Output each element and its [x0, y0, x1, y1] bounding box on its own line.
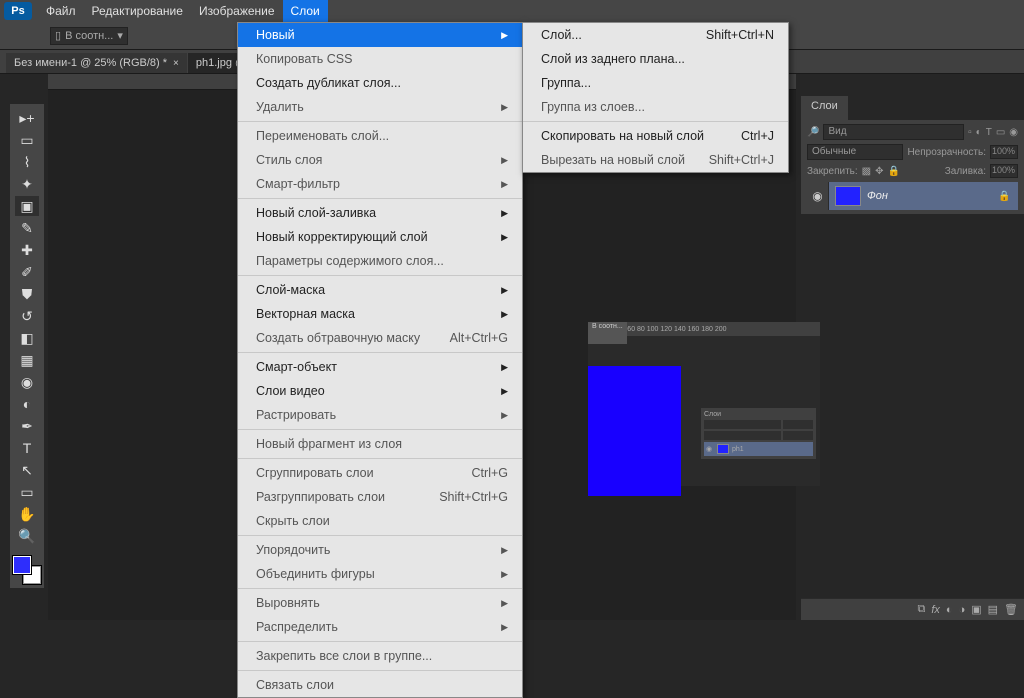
menu-item[interactable]: Слой-маска▶ [238, 278, 522, 302]
layer-name[interactable]: Фон [867, 190, 998, 202]
menu-layers[interactable]: Слои [283, 0, 328, 22]
blend-mode-dropdown[interactable]: Обычные [807, 144, 903, 160]
doc-tab-1[interactable]: Без имени-1 @ 25% (RGB/8) *× [6, 53, 187, 73]
blur-tool[interactable]: ◉ [15, 372, 39, 392]
menu-edit[interactable]: Редактирование [84, 0, 191, 22]
menu-item: Выровнять▶ [238, 591, 522, 615]
menu-item: Разгруппировать слоиShift+Ctrl+G [238, 485, 522, 509]
menu-item: Скрыть слои [238, 509, 522, 533]
menu-item: Сгруппировать слоиCtrl+G [238, 461, 522, 485]
submenu-item[interactable]: Слой...Shift+Ctrl+N [523, 23, 788, 47]
menu-item[interactable]: Новый корректирующий слой▶ [238, 225, 522, 249]
menu-item: Объединить фигуры▶ [238, 562, 522, 586]
submenu-item: Группа из слоев... [523, 95, 788, 119]
menu-item: Распределить▶ [238, 615, 522, 639]
zoom-tool[interactable]: 🔍 [15, 526, 39, 546]
heal-tool[interactable]: ✚ [15, 240, 39, 260]
app-logo: Ps [4, 2, 32, 20]
wand-tool[interactable]: ✦ [15, 174, 39, 194]
submenu-item: Вырезать на новый слойShift+Ctrl+J [523, 148, 788, 172]
trash-icon[interactable]: 🗑 [1004, 603, 1018, 616]
mask-icon[interactable]: ◐ [946, 604, 953, 616]
folder-icon[interactable]: ▣ [971, 603, 981, 616]
dodge-tool[interactable]: ◐ [15, 394, 39, 414]
menu-item: Стиль слоя▶ [238, 148, 522, 172]
foreground-swatch[interactable] [13, 556, 31, 574]
path-tool[interactable]: ↖ [15, 460, 39, 480]
menu-item: Создать обтравочную маскуAlt+Ctrl+G [238, 326, 522, 350]
menu-item: Связать слои [238, 673, 522, 697]
adjust-icon[interactable]: ◑ [959, 604, 966, 616]
hand-tool[interactable]: ✋ [15, 504, 39, 524]
new-layer-submenu: Слой...Shift+Ctrl+NСлой из заднего плана… [522, 22, 789, 173]
fill-input[interactable]: 100% [990, 164, 1018, 178]
submenu-item[interactable]: Группа... [523, 71, 788, 95]
menu-item[interactable]: Новый слой-заливка▶ [238, 201, 522, 225]
menu-item: Упорядочить▶ [238, 538, 522, 562]
shape-tool[interactable]: ▭ [15, 482, 39, 502]
brush-tool[interactable]: ✐ [15, 262, 39, 282]
menu-item[interactable]: Смарт-объект▶ [238, 355, 522, 379]
menu-item[interactable]: Слои видео▶ [238, 379, 522, 403]
filter-icon[interactable]: ▭ [996, 127, 1005, 138]
submenu-item[interactable]: Слой из заднего плана... [523, 47, 788, 71]
inner-layers-panel: Слои ◉ph1 [701, 408, 816, 459]
menu-item[interactable]: Создать дубликат слоя... [238, 71, 522, 95]
layers-tab[interactable]: Слои [801, 96, 848, 120]
layer-row-background[interactable]: ◉ Фон 🔒 [807, 182, 1018, 210]
menu-item: Копировать CSS [238, 47, 522, 71]
crop-tool[interactable]: ▣ [15, 196, 39, 216]
lasso-tool[interactable]: ⌇ [15, 152, 39, 172]
layer-filter-dropdown[interactable]: Вид [823, 124, 964, 140]
history-brush-tool[interactable]: ↺ [15, 306, 39, 326]
marquee-tool[interactable]: ▭ [15, 130, 39, 150]
layers-menu: Новый▶Копировать CSSСоздать дубликат сло… [237, 22, 523, 698]
opacity-input[interactable]: 100% [990, 145, 1018, 159]
menu-item: Новый фрагмент из слоя [238, 432, 522, 456]
menu-item[interactable]: Векторная маска▶ [238, 302, 522, 326]
lock-icon: 🔒 [998, 191, 1014, 202]
menu-item: Растрировать▶ [238, 403, 522, 427]
eraser-tool[interactable]: ◧ [15, 328, 39, 348]
menu-item[interactable]: Новый▶ [238, 23, 522, 47]
menu-item: Смарт-фильтр▶ [238, 172, 522, 196]
pen-tool[interactable]: ✒ [15, 416, 39, 436]
eyedropper-tool[interactable]: ✎ [15, 218, 39, 238]
gradient-tool[interactable]: ▦ [15, 350, 39, 370]
toolbox: ▸+ ▭ ⌇ ✦ ▣ ✎ ✚ ✐ ⛊ ↺ ◧ ▦ ◉ ◐ ✒ T ↖ ▭ ✋ 🔍 [10, 104, 44, 588]
visibility-icon[interactable]: ◉ [807, 182, 829, 210]
lock-position-icon[interactable]: ✥ [875, 166, 883, 177]
submenu-item[interactable]: Скопировать на новый слойCtrl+J [523, 124, 788, 148]
menu-image[interactable]: Изображение [191, 0, 283, 22]
close-icon[interactable]: × [173, 58, 179, 69]
type-tool[interactable]: T [15, 438, 39, 458]
inner-screenshot: В соотн... 0 20 40 60 80 100 120 140 160… [588, 322, 820, 486]
lock-pixels-icon[interactable]: ▩ [862, 166, 871, 177]
new-layer-icon[interactable]: ▤ [988, 603, 998, 616]
layer-thumbnail[interactable] [835, 186, 861, 206]
link-icon[interactable]: ⧉ [917, 603, 925, 616]
menu-item: Закрепить все слои в группе... [238, 644, 522, 668]
layers-panel-footer: ⧉ fx ◐ ◑ ▣ ▤ 🗑 [801, 598, 1024, 620]
filter-icon[interactable]: T [986, 127, 992, 138]
menu-item: Параметры содержимого слоя... [238, 249, 522, 273]
fx-icon[interactable]: fx [931, 604, 940, 616]
filter-icon[interactable]: ◉ [1009, 127, 1018, 138]
menu-item: Переименовать слой... [238, 124, 522, 148]
move-tool[interactable]: ▸+ [15, 108, 39, 128]
menu-item: Удалить▶ [238, 95, 522, 119]
inner-blue-canvas [588, 366, 681, 496]
menubar: Ps Файл Редактирование Изображение Слои [0, 0, 1024, 22]
layers-panel: Слои 🔎 Вид ▫ ◐ T ▭ ◉ Обычные Непрозрачно… [801, 96, 1024, 620]
menu-file[interactable]: Файл [38, 0, 84, 22]
stamp-tool[interactable]: ⛊ [15, 284, 39, 304]
lock-all-icon[interactable]: 🔒 [888, 166, 900, 177]
crop-preset-dropdown[interactable]: ▯ В соотн... ▾ [50, 27, 128, 45]
filter-icon[interactable]: ◐ [976, 127, 982, 138]
filter-icon[interactable]: ▫ [968, 127, 972, 138]
color-swatches[interactable] [13, 556, 41, 584]
